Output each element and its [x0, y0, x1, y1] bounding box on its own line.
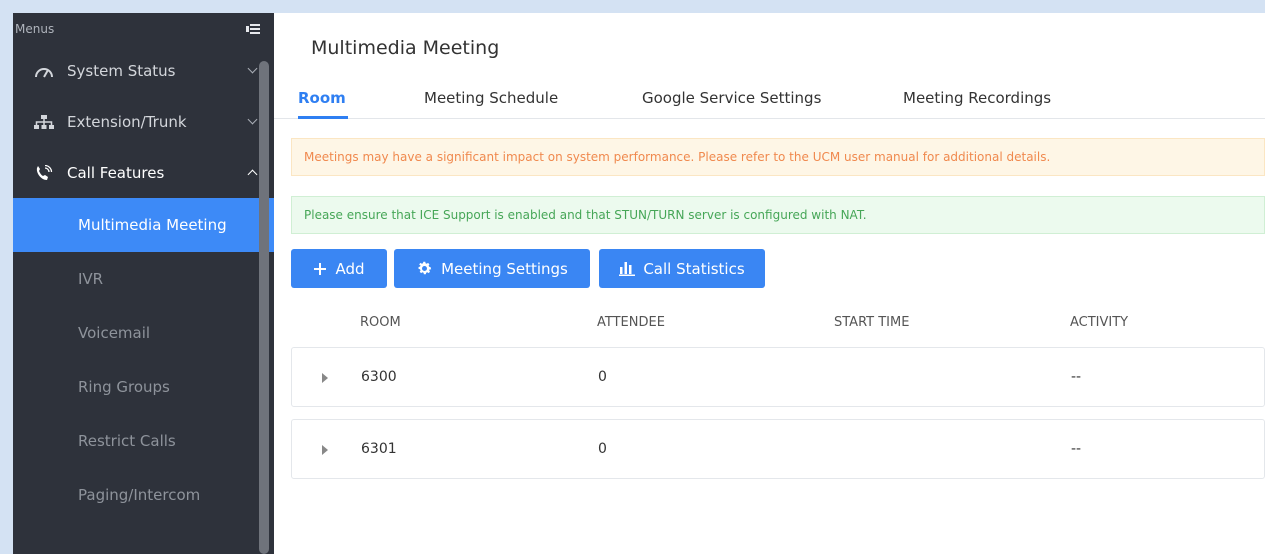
- table-header: ROOM ATTENDEE START TIME ACTIVITY: [274, 315, 1265, 335]
- call-statistics-label: Call Statistics: [643, 259, 745, 278]
- phone-icon: [33, 164, 55, 181]
- page-title: Multimedia Meeting: [311, 37, 500, 59]
- column-header-activity[interactable]: ACTIVITY: [1070, 315, 1128, 330]
- active-tab-indicator: [298, 116, 348, 119]
- sidebar-title: Menus: [15, 22, 55, 36]
- performance-warning-alert: Meetings may have a significant impact o…: [291, 138, 1265, 176]
- sidebar-item-paging-intercom[interactable]: Paging/Intercom: [13, 468, 274, 522]
- call-statistics-button[interactable]: Call Statistics: [599, 249, 765, 288]
- add-button-label: Add: [335, 259, 365, 278]
- warning-text: Meetings may have a significant impact o…: [304, 150, 1051, 164]
- sidebar-header: Menus: [13, 13, 274, 45]
- expand-caret-icon[interactable]: [322, 373, 328, 383]
- main-content: Multimedia Meeting Room Meeting Schedule…: [274, 13, 1265, 554]
- sidebar-group-label: System Status: [67, 61, 176, 80]
- sidebar-item-ring-groups[interactable]: Ring Groups: [13, 360, 274, 414]
- activity-cell: --: [1071, 441, 1082, 457]
- chevron-up-icon: [247, 169, 258, 180]
- column-header-attendee[interactable]: ATTENDEE: [597, 315, 665, 330]
- tab-room[interactable]: Room: [298, 89, 346, 107]
- meeting-settings-label: Meeting Settings: [441, 259, 568, 278]
- gear-icon: [416, 260, 433, 277]
- sidebar-item-multimedia-meeting[interactable]: Multimedia Meeting: [13, 198, 274, 252]
- plus-icon: [313, 262, 327, 276]
- sidebar: Menus System Status Extension/Trunk Call…: [13, 13, 274, 554]
- bar-chart-icon: [619, 261, 636, 276]
- sidebar-scrollbar[interactable]: [259, 61, 269, 554]
- meeting-settings-button[interactable]: Meeting Settings: [394, 249, 590, 288]
- room-cell: 6301: [361, 441, 397, 457]
- activity-cell: --: [1071, 369, 1082, 385]
- info-text: Please ensure that ICE Support is enable…: [304, 208, 867, 222]
- sidebar-item-voicemail[interactable]: Voicemail: [13, 306, 274, 360]
- column-header-start-time[interactable]: START TIME: [834, 315, 909, 330]
- sidebar-group-system-status[interactable]: System Status: [13, 45, 274, 96]
- expand-caret-icon[interactable]: [322, 445, 328, 455]
- sidebar-item-ivr[interactable]: IVR: [13, 252, 274, 306]
- tab-meeting-schedule[interactable]: Meeting Schedule: [424, 89, 558, 107]
- sidebar-item-restrict-calls[interactable]: Restrict Calls: [13, 414, 274, 468]
- column-header-room[interactable]: ROOM: [360, 315, 401, 330]
- sidebar-group-label: Extension/Trunk: [67, 112, 187, 131]
- table-row[interactable]: 6301 0 --: [291, 419, 1265, 479]
- chevron-down-icon: [247, 63, 258, 74]
- attendee-cell: 0: [598, 441, 607, 457]
- add-button[interactable]: Add: [291, 249, 387, 288]
- tab-meeting-recordings[interactable]: Meeting Recordings: [903, 89, 1051, 107]
- sidebar-group-call-features[interactable]: Call Features: [13, 147, 274, 198]
- tab-google-service-settings[interactable]: Google Service Settings: [642, 89, 821, 107]
- sidebar-group-extension-trunk[interactable]: Extension/Trunk: [13, 96, 274, 147]
- table-row[interactable]: 6300 0 --: [291, 347, 1265, 407]
- attendee-cell: 0: [598, 369, 607, 385]
- ice-support-info-alert: Please ensure that ICE Support is enable…: [291, 196, 1265, 234]
- room-cell: 6300: [361, 369, 397, 385]
- network-icon: [33, 114, 55, 130]
- sidebar-group-label: Call Features: [67, 163, 165, 182]
- gauge-icon: [33, 63, 55, 79]
- tab-bar: Room Meeting Schedule Google Service Set…: [274, 79, 1265, 119]
- collapse-menu-icon[interactable]: [246, 23, 260, 35]
- chevron-down-icon: [247, 114, 258, 125]
- app-window: Menus System Status Extension/Trunk Call…: [0, 0, 1265, 554]
